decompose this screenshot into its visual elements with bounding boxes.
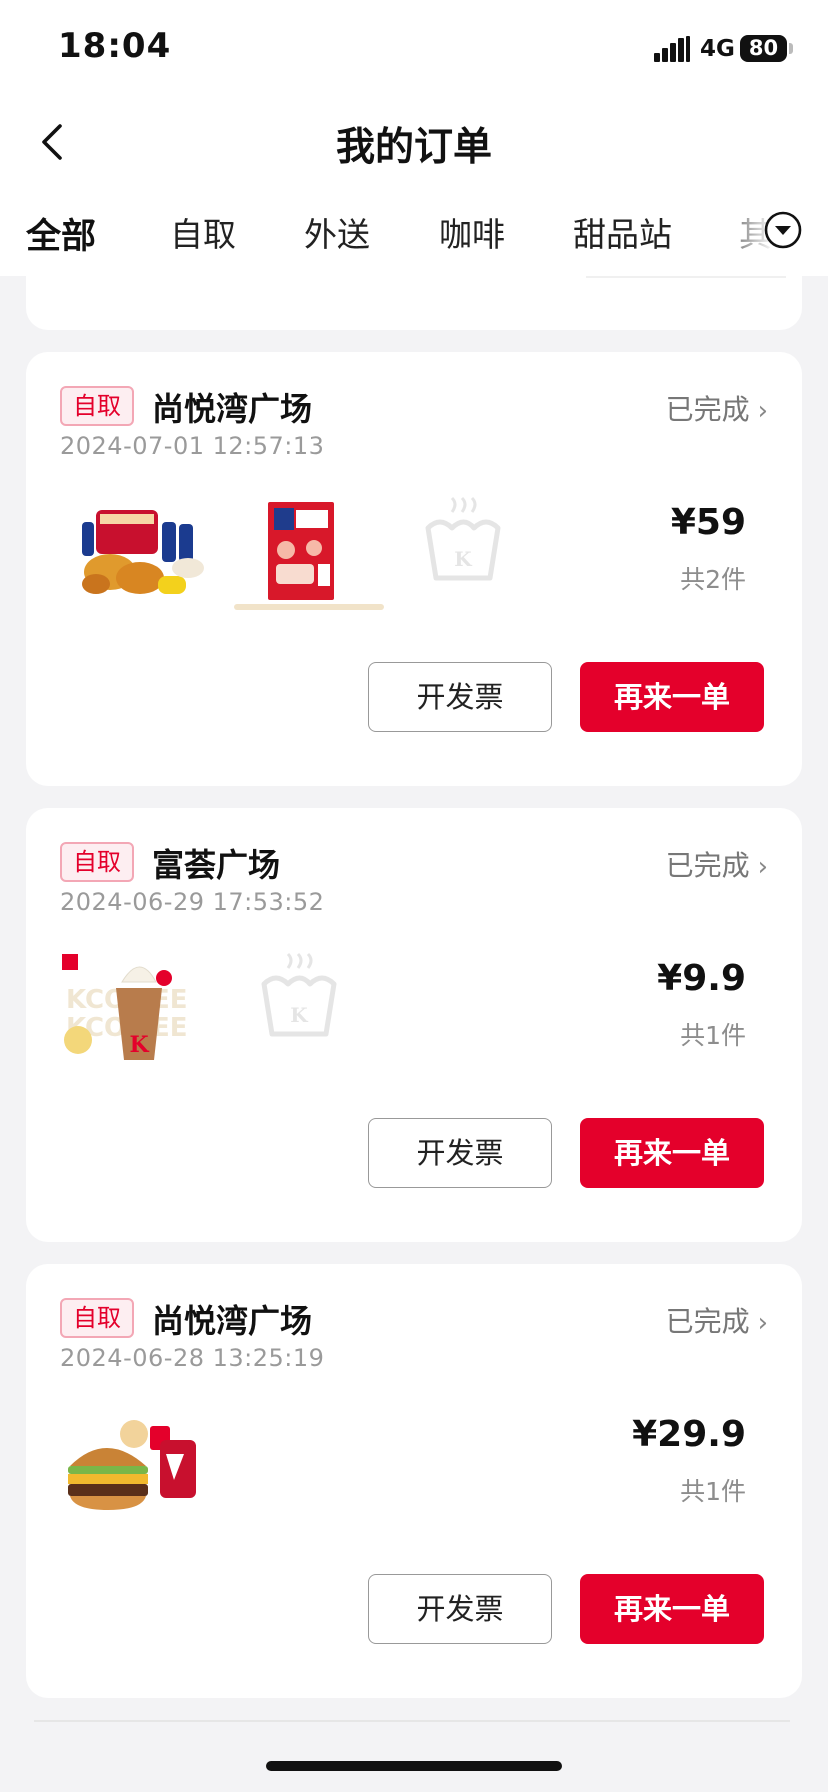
order-status-label: 已完成 — [665, 1305, 750, 1338]
order-status[interactable]: 已完成 › — [666, 1300, 768, 1340]
my-orders-screen: 18:04 4G 80 我的订单 全部 自取 外送 咖啡 甜品站 其 自取 — [0, 0, 828, 1792]
order-card[interactable]: 自取 尚悦湾广场 已完成 › 2024-07-01 12:57:13 K ¥59… — [26, 352, 802, 786]
reorder-button[interactable]: 再来一单 — [580, 1118, 764, 1188]
chevron-down-circle-icon[interactable] — [763, 210, 803, 250]
reorder-button[interactable]: 再来一单 — [580, 662, 764, 732]
status-time: 18:04 — [58, 26, 172, 66]
signal-icon — [654, 36, 690, 62]
battery-cap — [789, 43, 793, 54]
reorder-button[interactable]: 再来一单 — [580, 1574, 764, 1644]
burger-combo-image — [68, 1420, 196, 1510]
order-type-tag: 自取 — [60, 842, 134, 882]
home-indicator[interactable] — [266, 1761, 562, 1771]
order-datetime: 2024-06-29 17:53:52 — [60, 888, 325, 916]
order-card-partial — [26, 252, 802, 330]
chevron-right-icon: › — [757, 1308, 768, 1338]
kfc-bucket-placeholder-icon: K — [425, 496, 501, 581]
item-count: 共1件 — [680, 1477, 746, 1506]
list-bottom-divider — [34, 1720, 790, 1722]
status-bar: 18:04 4G 80 — [0, 0, 828, 100]
invoice-button[interactable]: 开发票 — [368, 1574, 552, 1644]
order-type-tag: 自取 — [60, 1298, 134, 1338]
page-title: 我的订单 — [335, 125, 492, 170]
order-status-label: 已完成 — [665, 393, 750, 426]
order-card[interactable]: 自取 尚悦湾广场 已完成 › 2024-06-28 13:25:19 ¥29.9 … — [26, 1264, 802, 1698]
divider — [586, 276, 786, 278]
chevron-right-icon: › — [757, 852, 768, 882]
invoice-button[interactable]: 开发票 — [368, 662, 552, 732]
item-count: 共2件 — [680, 565, 746, 594]
order-datetime: 2024-07-01 12:57:13 — [60, 432, 325, 460]
order-price: ¥59 — [670, 502, 746, 543]
tab-coffee[interactable]: 咖啡 — [439, 208, 505, 256]
order-status-label: 已完成 — [665, 849, 750, 882]
order-type-tag: 自取 — [60, 386, 134, 426]
svg-text:K: K — [290, 1003, 308, 1027]
order-datetime: 2024-06-28 13:25:19 — [60, 1344, 325, 1372]
order-price: ¥9.9 — [657, 958, 746, 999]
nav-bar: 我的订单 — [0, 100, 828, 190]
order-status[interactable]: 已完成 › — [666, 844, 768, 884]
tab-delivery[interactable]: 外送 — [304, 208, 370, 256]
order-price: ¥29.9 — [632, 1414, 746, 1455]
store-name: 尚悦湾广场 — [152, 390, 313, 428]
battery-icon: 80 — [740, 35, 787, 62]
store-name: 尚悦湾广场 — [152, 1302, 313, 1340]
order-card[interactable]: 自取 富荟广场 已完成 › 2024-06-29 17:53:52 KCO KCO… — [26, 808, 802, 1242]
kcoffee-sundae-image: KCO KCO EE EE K — [62, 954, 188, 1060]
store-name: 富荟广场 — [152, 846, 281, 884]
tab-dessert[interactable]: 甜品站 — [573, 208, 672, 256]
chevron-right-icon: › — [757, 396, 768, 426]
kfc-bucket-placeholder-icon: K — [261, 952, 337, 1037]
promo-card-image — [234, 502, 384, 610]
item-count: 共1件 — [680, 1021, 746, 1050]
network-type: 4G — [700, 36, 735, 62]
tab-pickup[interactable]: 自取 — [170, 208, 236, 256]
order-status[interactable]: 已完成 › — [666, 388, 768, 428]
fried-chicken-bucket-image — [82, 510, 204, 594]
svg-text:K: K — [454, 547, 472, 571]
invoice-button[interactable]: 开发票 — [368, 1118, 552, 1188]
svg-text:K: K — [129, 1032, 149, 1058]
